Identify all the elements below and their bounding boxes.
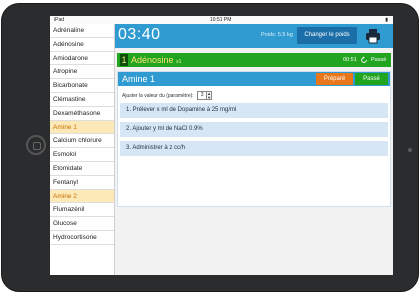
- camera-dot: [408, 148, 412, 152]
- sidebar-item[interactable]: Calcium chlorure: [50, 134, 114, 149]
- sidebar-item[interactable]: Esmolol: [50, 148, 114, 162]
- main-panel: 03:40 Poids: 5.5 kg Changer le poids 1 A…: [115, 24, 393, 275]
- sidebar-item[interactable]: Glucose: [50, 217, 114, 231]
- amine-title: Amine 1: [122, 74, 156, 84]
- device-frame: iPad 10:51 PM ▮ Adrénaline Adénosine Ami…: [0, 0, 420, 292]
- param-stepper[interactable]: ▲ ▼: [207, 91, 213, 100]
- sidebar-item[interactable]: Atropine: [50, 65, 114, 80]
- home-button[interactable]: [26, 135, 46, 155]
- param-value-field[interactable]: 3: [197, 91, 208, 100]
- sidebar-item[interactable]: Etomidate: [50, 162, 114, 176]
- app-screen: iPad 10:51 PM ▮ Adrénaline Adénosine Ami…: [50, 16, 393, 275]
- carrier-label: iPad: [54, 17, 65, 23]
- instruction-step: 3. Administrer à z cc/h: [120, 141, 388, 156]
- prepare-button[interactable]: Préparé: [316, 73, 353, 85]
- amine-card: Amine 1 Préparé Passé Ajuster la valeur …: [117, 71, 391, 207]
- status-bar: iPad 10:51 PM ▮: [50, 16, 393, 24]
- sidebar-item[interactable]: Bicarbonate: [50, 79, 114, 93]
- drug-elapsed-time: 00:51: [343, 57, 357, 63]
- printer-icon[interactable]: [365, 28, 381, 44]
- passe-button[interactable]: Passé: [355, 73, 388, 85]
- refresh-icon[interactable]: [360, 56, 368, 64]
- drug-status-label: Passé: [371, 57, 387, 63]
- sidebar-item[interactable]: Adrénaline: [50, 24, 114, 38]
- drug-name-text: Adénosine: [131, 55, 174, 65]
- clock-label: 10:51 PM: [210, 17, 232, 23]
- sidebar-item[interactable]: Fentanyl: [50, 176, 114, 190]
- elapsed-timer: 03:40: [118, 26, 161, 43]
- sidebar-item[interactable]: Amiodarone: [50, 52, 114, 66]
- amine-header: Amine 1 Préparé Passé: [118, 72, 390, 86]
- sidebar-item[interactable]: Clémastine: [50, 93, 114, 107]
- weight-label: Poids: 5.5 kg: [261, 32, 293, 38]
- instruction-step: 2. Ajouter y ml de NaCl 0.9%: [120, 122, 388, 137]
- sidebar-item-amine-1[interactable]: Amine 1: [50, 120, 114, 135]
- sidebar-item-amine-2[interactable]: Amine 2: [50, 189, 114, 204]
- drug-number-badge: 1: [120, 54, 128, 66]
- param-label: Ajuster la valeur du (paramètre):: [122, 92, 194, 99]
- param-row: Ajuster la valeur du (paramètre): 3 ▲ ▼: [122, 91, 213, 100]
- sidebar-item[interactable]: Hydrocortisone: [50, 231, 114, 245]
- battery-icon: ▮: [385, 17, 388, 23]
- sidebar-item[interactable]: Flumazénil: [50, 203, 114, 218]
- top-bar: 03:40 Poids: 5.5 kg Changer le poids: [115, 24, 393, 48]
- drug-sidebar: Adrénaline Adénosine Amiodarone Atropine…: [50, 24, 115, 275]
- sidebar-item[interactable]: Adénosine: [50, 38, 114, 52]
- active-drug-bar[interactable]: 1 Adénosine x1 00:51 Passé: [117, 53, 391, 67]
- drug-multiplier: x1: [176, 59, 182, 65]
- active-drug-name: Adénosine x1: [131, 55, 181, 65]
- sidebar-item[interactable]: Dexaméthasone: [50, 107, 114, 121]
- instruction-step: 1. Prélever x ml de Dopamine à 25 mg/ml: [120, 103, 388, 118]
- change-weight-button[interactable]: Changer le poids: [297, 27, 357, 44]
